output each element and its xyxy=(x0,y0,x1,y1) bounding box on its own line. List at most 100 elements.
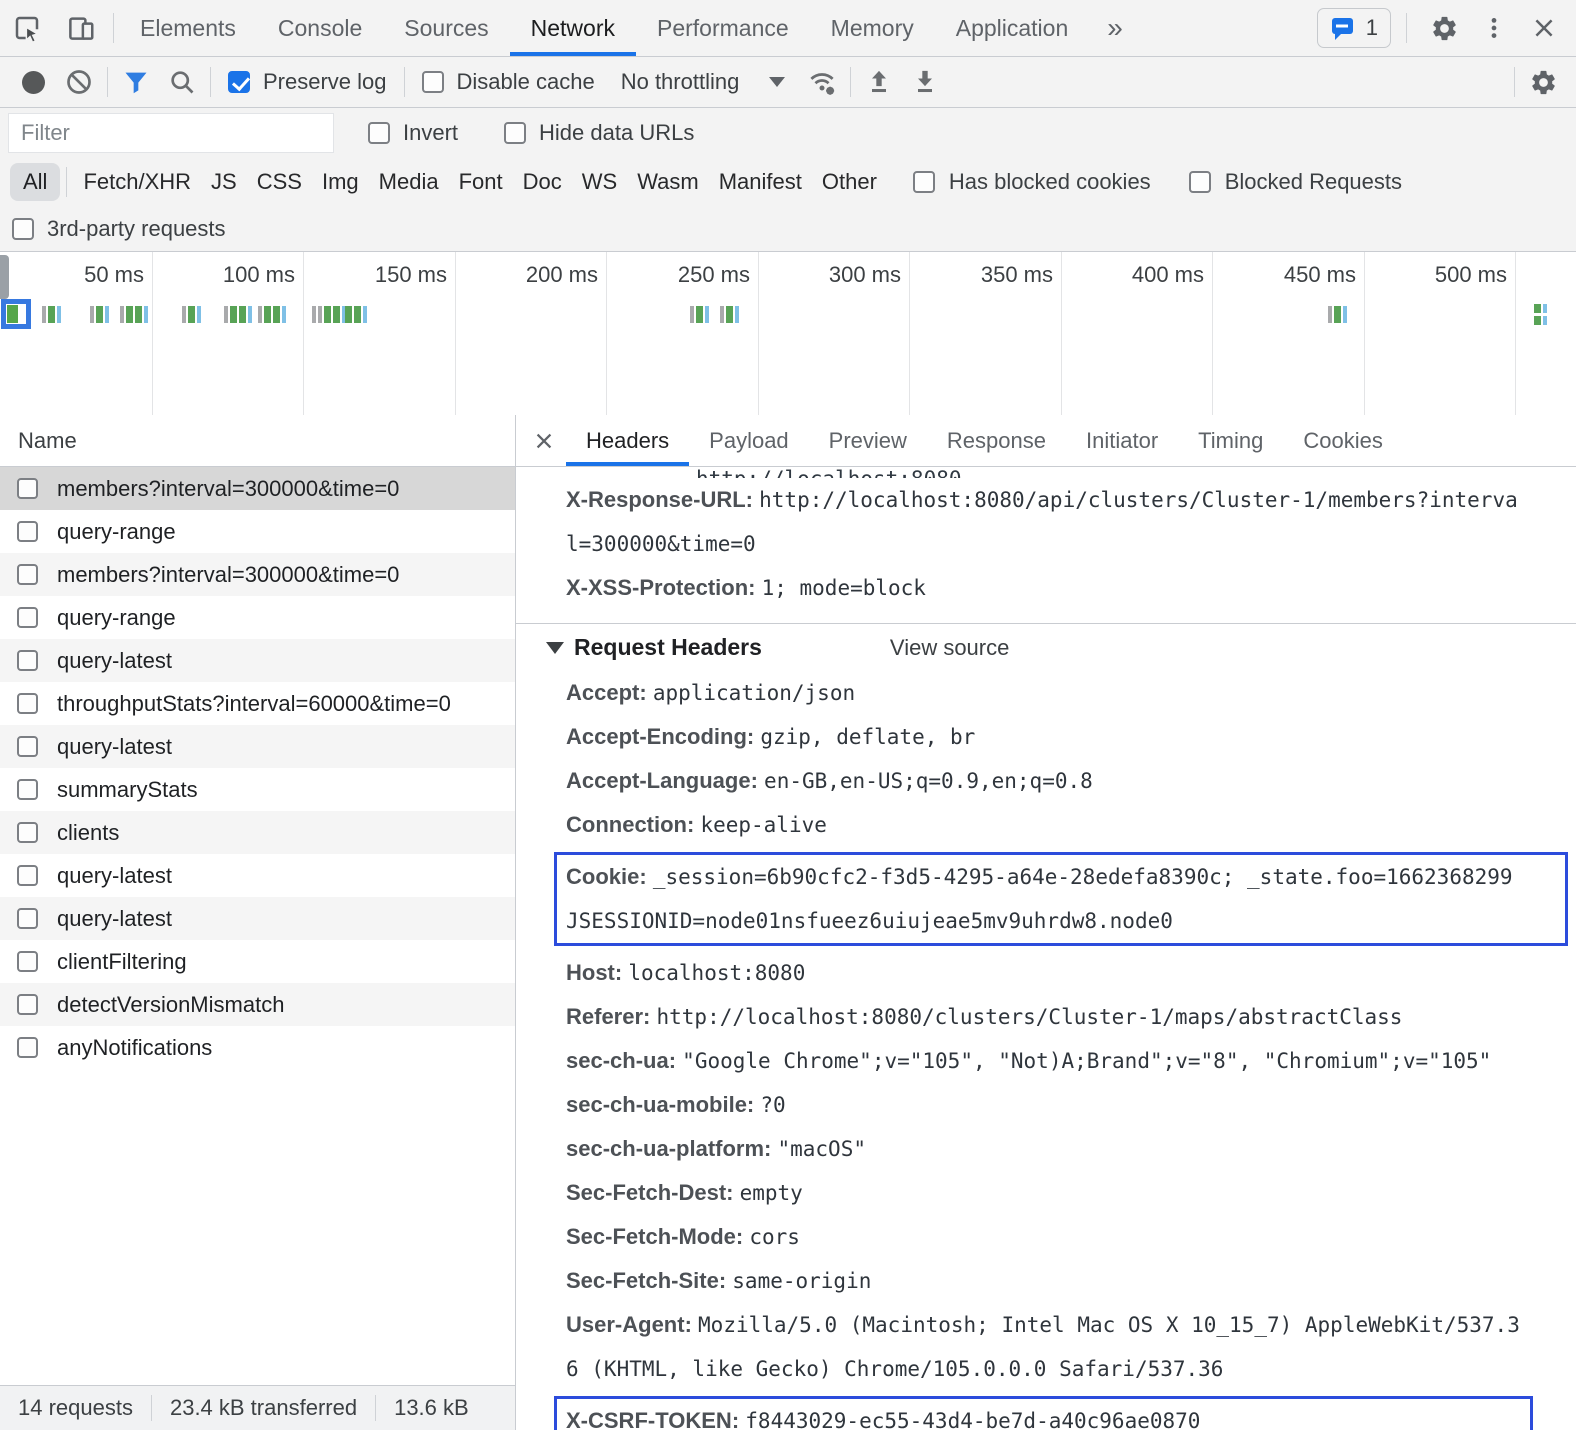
detail-tab-cookies[interactable]: Cookies xyxy=(1283,415,1402,466)
type-filter-font[interactable]: Font xyxy=(449,163,513,201)
request-checkbox[interactable] xyxy=(17,650,38,671)
selected-request-marker[interactable] xyxy=(1,299,31,329)
detail-tab-headers[interactable]: Headers xyxy=(566,415,689,466)
request-row[interactable]: members?interval=300000&time=0 xyxy=(0,553,515,596)
waterfall-mark[interactable] xyxy=(312,306,346,323)
search-button[interactable] xyxy=(159,61,205,103)
filter-toggle-button[interactable] xyxy=(113,61,159,103)
network-overview-timeline[interactable]: 50 ms100 ms150 ms200 ms250 ms300 ms350 m… xyxy=(0,252,1576,416)
request-checkbox[interactable] xyxy=(17,478,38,499)
waterfall-mark[interactable] xyxy=(720,306,739,323)
more-options-button[interactable] xyxy=(1476,15,1512,41)
waterfall-mark[interactable] xyxy=(690,306,709,323)
inspect-element-button[interactable] xyxy=(0,0,54,56)
request-row[interactable]: query-range xyxy=(0,510,515,553)
request-row[interactable]: clientFiltering xyxy=(0,940,515,983)
view-source-link[interactable]: View source xyxy=(890,635,1009,661)
network-conditions-button[interactable] xyxy=(799,61,845,103)
type-filter-js[interactable]: JS xyxy=(201,163,247,201)
request-checkbox[interactable] xyxy=(17,521,38,542)
detail-tab-preview[interactable]: Preview xyxy=(809,415,927,466)
more-tabs-button[interactable]: » xyxy=(1089,0,1141,56)
export-har-button[interactable] xyxy=(902,61,948,103)
request-row[interactable]: query-latest xyxy=(0,854,515,897)
tab-performance[interactable]: Performance xyxy=(636,0,810,56)
waterfall-mark[interactable] xyxy=(42,306,61,323)
type-filter-media[interactable]: Media xyxy=(369,163,449,201)
timeline-scrubber-handle[interactable] xyxy=(0,255,9,299)
request-checkbox[interactable] xyxy=(17,1037,38,1058)
waterfall-mark[interactable] xyxy=(182,306,201,323)
close-detail-button[interactable] xyxy=(522,430,566,452)
waterfall-mark[interactable] xyxy=(258,306,286,323)
blocked-requests-checkbox[interactable] xyxy=(1189,171,1211,193)
preserve-log-checkbox[interactable] xyxy=(228,71,250,93)
waterfall-mark[interactable] xyxy=(90,306,109,323)
close-devtools-button[interactable] xyxy=(1522,15,1566,41)
request-checkbox[interactable] xyxy=(17,693,38,714)
type-filter-ws[interactable]: WS xyxy=(572,163,627,201)
request-checkbox[interactable] xyxy=(17,607,38,628)
record-network-log-button[interactable] xyxy=(10,61,56,103)
tab-network[interactable]: Network xyxy=(510,0,636,56)
type-filter-manifest[interactable]: Manifest xyxy=(709,163,812,201)
request-checkbox[interactable] xyxy=(17,779,38,800)
has-blocked-cookies-checkbox[interactable] xyxy=(913,171,935,193)
type-filter-other[interactable]: Other xyxy=(812,163,887,201)
waterfall-mark[interactable] xyxy=(224,306,252,323)
request-row[interactable]: members?interval=300000&time=0 xyxy=(0,467,515,510)
settings-button[interactable] xyxy=(1422,14,1466,43)
tab-sources[interactable]: Sources xyxy=(383,0,509,56)
waterfall-mark[interactable] xyxy=(120,306,148,323)
header-line: Accept: application/json xyxy=(566,671,1576,715)
device-toolbar-button[interactable] xyxy=(54,0,108,56)
import-har-button[interactable] xyxy=(856,61,902,103)
request-row[interactable]: query-latest xyxy=(0,639,515,682)
request-checkbox[interactable] xyxy=(17,865,38,886)
issues-badge[interactable]: 1 xyxy=(1317,8,1391,48)
request-row[interactable]: query-latest xyxy=(0,725,515,768)
tab-application[interactable]: Application xyxy=(935,0,1090,56)
type-filter-wasm[interactable]: Wasm xyxy=(627,163,709,201)
invert-checkbox[interactable] xyxy=(368,122,390,144)
disclosure-triangle-icon[interactable] xyxy=(546,642,564,654)
request-checkbox[interactable] xyxy=(17,908,38,929)
request-checkbox[interactable] xyxy=(17,822,38,843)
type-filter-doc[interactable]: Doc xyxy=(513,163,572,201)
detail-tab-timing[interactable]: Timing xyxy=(1178,415,1283,466)
type-filter-img[interactable]: Img xyxy=(312,163,369,201)
type-filter-fetch-xhr[interactable]: Fetch/XHR xyxy=(73,163,201,201)
request-row[interactable]: anyNotifications xyxy=(0,1026,515,1069)
filter-input[interactable] xyxy=(8,113,334,153)
detail-tab-response[interactable]: Response xyxy=(927,415,1066,466)
tab-elements[interactable]: Elements xyxy=(119,0,257,56)
tab-console[interactable]: Console xyxy=(257,0,383,56)
name-column-header[interactable]: Name xyxy=(0,415,515,467)
detail-tab-initiator[interactable]: Initiator xyxy=(1066,415,1178,466)
waterfall-mark[interactable] xyxy=(1534,304,1547,313)
tab-memory[interactable]: Memory xyxy=(810,0,935,56)
hide-data-urls-checkbox[interactable] xyxy=(504,122,526,144)
disable-cache-checkbox[interactable] xyxy=(422,71,444,93)
request-checkbox[interactable] xyxy=(17,736,38,757)
clear-network-log-button[interactable] xyxy=(56,61,102,103)
waterfall-mark[interactable] xyxy=(345,306,367,323)
request-checkbox[interactable] xyxy=(17,994,38,1015)
request-row[interactable]: summaryStats xyxy=(0,768,515,811)
request-row[interactable]: detectVersionMismatch xyxy=(0,983,515,1026)
request-checkbox[interactable] xyxy=(17,564,38,585)
request-checkbox[interactable] xyxy=(17,951,38,972)
waterfall-mark[interactable] xyxy=(1534,316,1547,325)
type-filter-css[interactable]: CSS xyxy=(247,163,312,201)
third-party-control: 3rd-party requests xyxy=(12,216,226,242)
third-party-checkbox[interactable] xyxy=(12,218,34,240)
detail-tab-payload[interactable]: Payload xyxy=(689,415,809,466)
throttling-select[interactable]: No throttling xyxy=(621,69,786,95)
request-row[interactable]: clients xyxy=(0,811,515,854)
request-row[interactable]: query-latest xyxy=(0,897,515,940)
request-row[interactable]: query-range xyxy=(0,596,515,639)
request-row[interactable]: throughputStats?interval=60000&time=0 xyxy=(0,682,515,725)
waterfall-mark[interactable] xyxy=(1328,306,1347,323)
network-settings-button[interactable] xyxy=(1520,61,1566,103)
type-filter-all[interactable]: All xyxy=(10,163,60,201)
